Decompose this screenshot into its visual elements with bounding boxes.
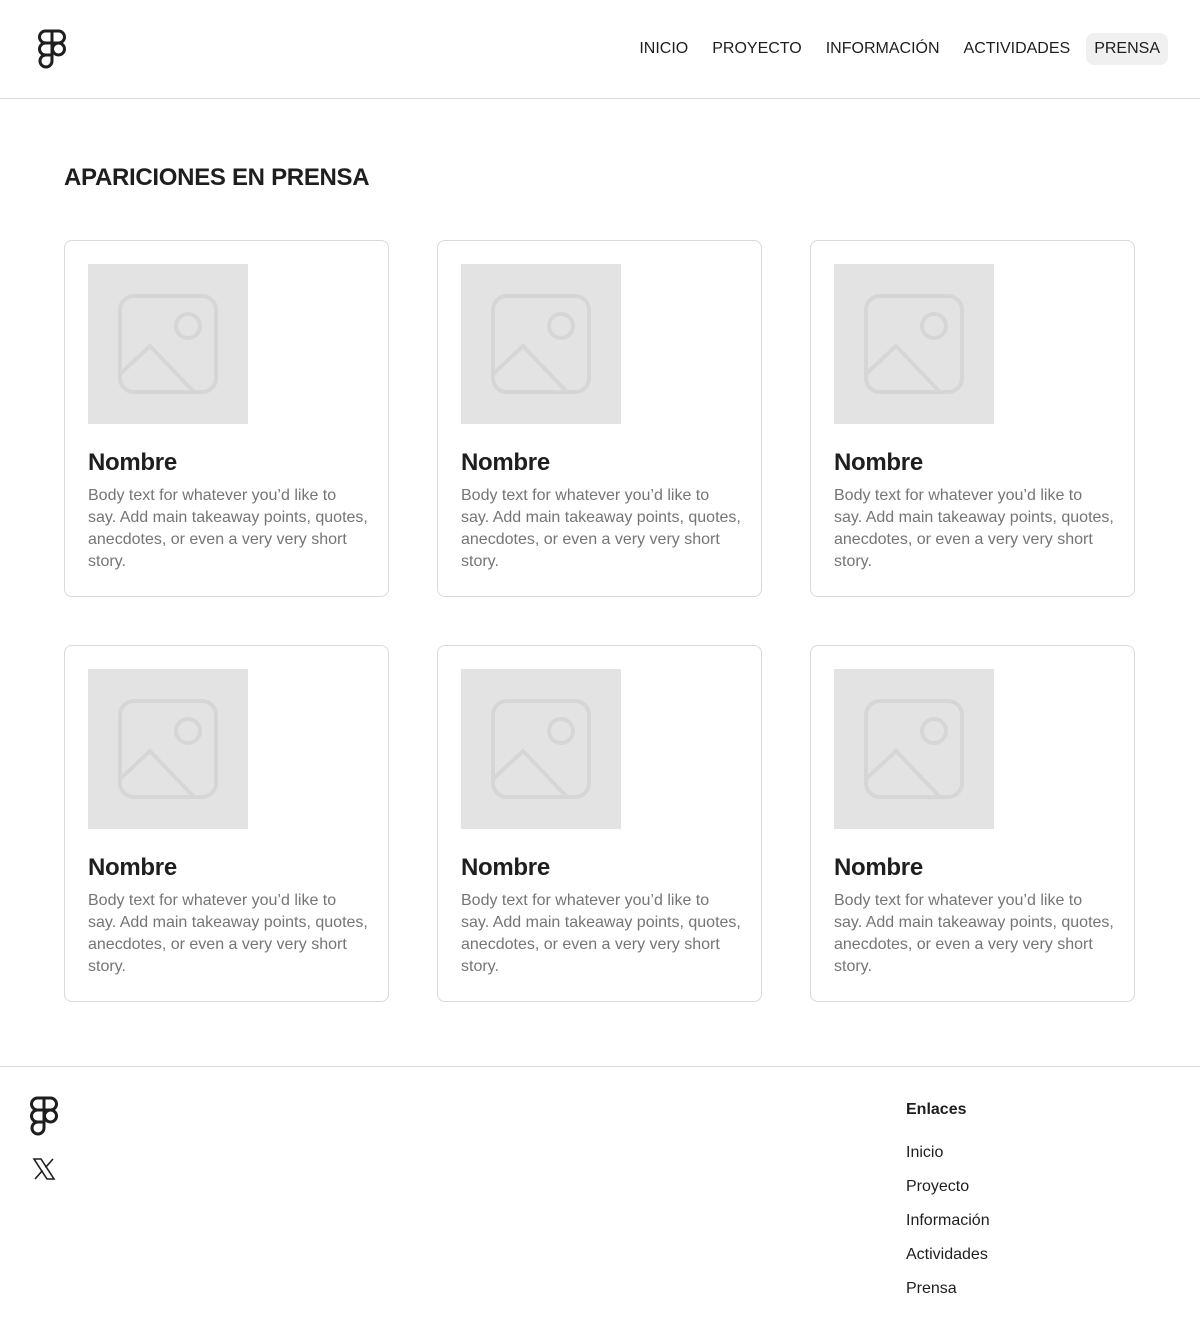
press-card[interactable]: Nombre Body text for whatever you’d like… <box>810 240 1135 597</box>
footer-link-proyecto[interactable]: Proyecto <box>906 1177 990 1197</box>
card-title: Nombre <box>461 449 550 476</box>
press-card[interactable]: Nombre Body text for whatever you’d like… <box>437 645 762 1002</box>
press-card[interactable]: Nombre Body text for whatever you’d like… <box>64 645 389 1002</box>
figma-logo-icon[interactable] <box>30 1096 58 1137</box>
card-title: Nombre <box>88 854 177 881</box>
image-placeholder-icon <box>491 294 591 394</box>
footer-link-actividades[interactable]: Actividades <box>906 1245 990 1265</box>
footer-link-inicio[interactable]: Inicio <box>906 1143 990 1163</box>
press-card-grid: Nombre Body text for whatever you’d like… <box>64 240 1136 1002</box>
x-icon[interactable] <box>32 1157 56 1181</box>
card-body: Body text for whatever you’d like to say… <box>834 487 1114 570</box>
press-card[interactable]: Nombre Body text for whatever you’d like… <box>437 240 762 597</box>
image-placeholder-icon <box>118 294 218 394</box>
image-placeholder-icon <box>864 294 964 394</box>
main-nav: INICIO PROYECTO INFORMACIÓN ACTIVIDADES … <box>631 33 1168 65</box>
site-footer: Enlaces Inicio Proyecto Información Acti… <box>0 1066 1200 1325</box>
card-title: Nombre <box>461 854 550 881</box>
image-placeholder <box>834 669 994 829</box>
card-body: Body text for whatever you’d like to say… <box>88 892 368 975</box>
image-placeholder-icon <box>491 699 591 799</box>
footer-links-column: Enlaces Inicio Proyecto Información Acti… <box>906 1101 990 1299</box>
figma-logo-icon[interactable] <box>38 29 66 70</box>
image-placeholder <box>88 669 248 829</box>
footer-link-prensa[interactable]: Prensa <box>906 1279 990 1299</box>
image-placeholder <box>88 264 248 424</box>
footer-links-list: Inicio Proyecto Información Actividades … <box>906 1143 990 1299</box>
press-card[interactable]: Nombre Body text for whatever you’d like… <box>64 240 389 597</box>
nav-item-prensa[interactable]: PRENSA <box>1086 33 1168 65</box>
card-title: Nombre <box>834 854 923 881</box>
press-card[interactable]: Nombre Body text for whatever you’d like… <box>810 645 1135 1002</box>
card-body: Body text for whatever you’d like to say… <box>461 487 741 570</box>
page-title: APARICIONES EN PRENSA <box>64 164 370 191</box>
image-placeholder <box>461 264 621 424</box>
nav-item-actividades[interactable]: ACTIVIDADES <box>956 33 1079 65</box>
image-placeholder <box>834 264 994 424</box>
image-placeholder <box>461 669 621 829</box>
site-header: INICIO PROYECTO INFORMACIÓN ACTIVIDADES … <box>0 0 1200 99</box>
card-title: Nombre <box>834 449 923 476</box>
nav-item-proyecto[interactable]: PROYECTO <box>704 33 810 65</box>
footer-links-heading: Enlaces <box>906 1101 967 1118</box>
card-body: Body text for whatever you’d like to say… <box>88 487 368 570</box>
footer-link-informacion[interactable]: Información <box>906 1211 990 1231</box>
image-placeholder-icon <box>118 699 218 799</box>
card-body: Body text for whatever you’d like to say… <box>834 892 1114 975</box>
image-placeholder-icon <box>864 699 964 799</box>
nav-item-informacion[interactable]: INFORMACIÓN <box>818 33 948 65</box>
card-title: Nombre <box>88 449 177 476</box>
card-body: Body text for whatever you’d like to say… <box>461 892 741 975</box>
nav-item-inicio[interactable]: INICIO <box>631 33 696 65</box>
